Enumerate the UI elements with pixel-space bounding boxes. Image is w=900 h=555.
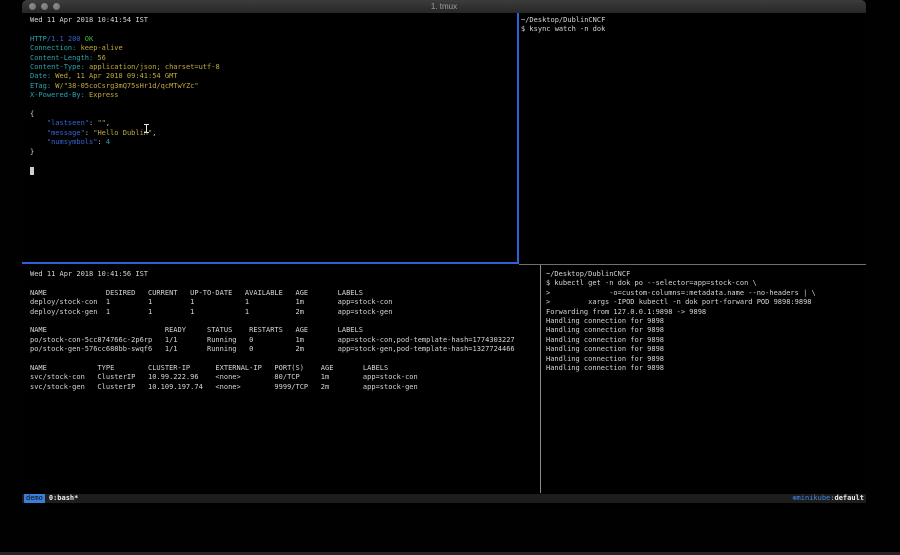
zoom-button[interactable] <box>53 3 60 10</box>
terminal-line: Handling connection for 9898 <box>546 355 864 364</box>
terminal-line: $ kubectl get -n dok po --selector=app=s… <box>546 279 864 288</box>
terminal-line: po/stock-con-5cc874766c-2p6rp 1/1 Runnin… <box>30 336 538 345</box>
terminal-line: Content-Type: application/json; charset=… <box>30 63 516 72</box>
traffic-lights <box>29 3 60 10</box>
terminal-line: Handling connection for 9898 <box>546 336 864 345</box>
terminal-line: X-Powered-By: Express <box>30 91 516 100</box>
status-right: ⊛ minikube : default <box>792 494 864 503</box>
terminal-line: NAME READY STATUS RESTARTS AGE LABELS <box>30 326 538 335</box>
pane-divider-vertical-bottom[interactable] <box>540 265 541 493</box>
terminal-line: > -o=custom-columns=:metadata.name --no-… <box>546 289 864 298</box>
terminal-line: > xargs -IPOD kubectl -n dok port-forwar… <box>546 298 864 307</box>
status-left: demo 0:bash* <box>24 494 78 503</box>
terminal-line: svc/stock-gen ClusterIP 10.109.197.74 <n… <box>30 383 538 392</box>
terminal-line: Connection: keep-alive <box>30 44 516 53</box>
terminal-line <box>30 101 516 110</box>
pane-kubectl-resources[interactable]: Wed 11 Apr 2018 10:41:56 IST NAME DESIRE… <box>30 270 538 492</box>
session-name-badge: demo <box>24 494 45 503</box>
terminal-line: deploy/stock-con 1 1 1 1 1m app=stock-co… <box>30 298 538 307</box>
terminal-line: "message": "Hello Dublin", <box>30 129 516 138</box>
terminal-line: svc/stock-con ClusterIP 10.99.222.96 <no… <box>30 373 538 382</box>
terminal-line: Forwarding from 127.0.0.1:9898 -> 9898 <box>546 308 864 317</box>
mouse-text-cursor <box>146 124 147 133</box>
terminal-line <box>30 317 538 326</box>
terminal-line: "lastseen": "", <box>30 119 516 128</box>
terminal-line: ETag: W/"38-05coCsrg3mQ75sHr1d/qcMTwYZc" <box>30 82 516 91</box>
pane-divider-horizontal-active[interactable] <box>22 262 519 264</box>
terminal-line: HTTP/1.1 200 OK <box>30 35 516 44</box>
window-title: 1. tmux <box>431 0 457 13</box>
terminal-line: ~/Desktop/DublinCNCF <box>546 270 864 279</box>
terminal-line: Handling connection for 9898 <box>546 317 864 326</box>
terminal-line: Wed 11 Apr 2018 10:41:54 IST <box>30 16 516 25</box>
tmux-status-bar: demo 0:bash* ⊛ minikube : default <box>22 494 866 503</box>
pane-http-response[interactable]: Wed 11 Apr 2018 10:41:54 IST HTTP/1.1 20… <box>30 16 516 260</box>
kube-context-label: minikube <box>797 494 831 503</box>
terminal-line: Handling connection for 9898 <box>546 326 864 335</box>
terminal-line: Content-Length: 56 <box>30 54 516 63</box>
terminal-line: Handling connection for 9898 <box>546 364 864 373</box>
terminal-line <box>30 25 516 34</box>
terminal-line: ~/Desktop/DublinCNCF <box>521 16 865 25</box>
terminal-line: po/stock-gen-576cc688bb-swqf6 1/1 Runnin… <box>30 345 538 354</box>
minimize-button[interactable] <box>41 3 48 10</box>
terminal-line: } <box>30 148 516 157</box>
terminal-line: { <box>30 110 516 119</box>
terminal-line <box>30 167 516 176</box>
kube-namespace-label: default <box>834 494 864 503</box>
pane-ksync-watch[interactable]: ~/Desktop/DublinCNCF$ ksync watch -n dok <box>521 16 865 260</box>
terminal-line: deploy/stock-gen 1 1 1 1 2m app=stock-ge… <box>30 308 538 317</box>
terminal-window: 1. tmux Wed 11 Apr 2018 10:41:54 IST HTT… <box>22 0 866 508</box>
pane-divider-vertical-top[interactable] <box>517 13 519 262</box>
terminal-line <box>30 355 538 364</box>
terminal-line: $ ksync watch -n dok <box>521 25 865 34</box>
terminal-line: NAME TYPE CLUSTER-IP EXTERNAL-IP PORT(S)… <box>30 364 538 373</box>
terminal-line: "numsymbols": 4 <box>30 138 516 147</box>
terminal-line: Wed 11 Apr 2018 10:41:56 IST <box>30 270 538 279</box>
terminal-line <box>30 279 538 288</box>
window-tab[interactable]: 0:bash* <box>49 494 79 503</box>
terminal-line: Handling connection for 9898 <box>546 345 864 354</box>
pane-port-forward[interactable]: ~/Desktop/DublinCNCF$ kubectl get -n dok… <box>546 270 864 492</box>
terminal-line: Date: Wed, 11 Apr 2018 09:41:54 GMT <box>30 72 516 81</box>
terminal-line <box>30 157 516 166</box>
close-button[interactable] <box>29 3 36 10</box>
terminal-line: NAME DESIRED CURRENT UP-TO-DATE AVAILABL… <box>30 289 538 298</box>
window-titlebar[interactable]: 1. tmux <box>22 0 866 13</box>
desktop-background: 1. tmux Wed 11 Apr 2018 10:41:54 IST HTT… <box>0 0 900 555</box>
pane-divider-horizontal[interactable] <box>519 264 866 265</box>
